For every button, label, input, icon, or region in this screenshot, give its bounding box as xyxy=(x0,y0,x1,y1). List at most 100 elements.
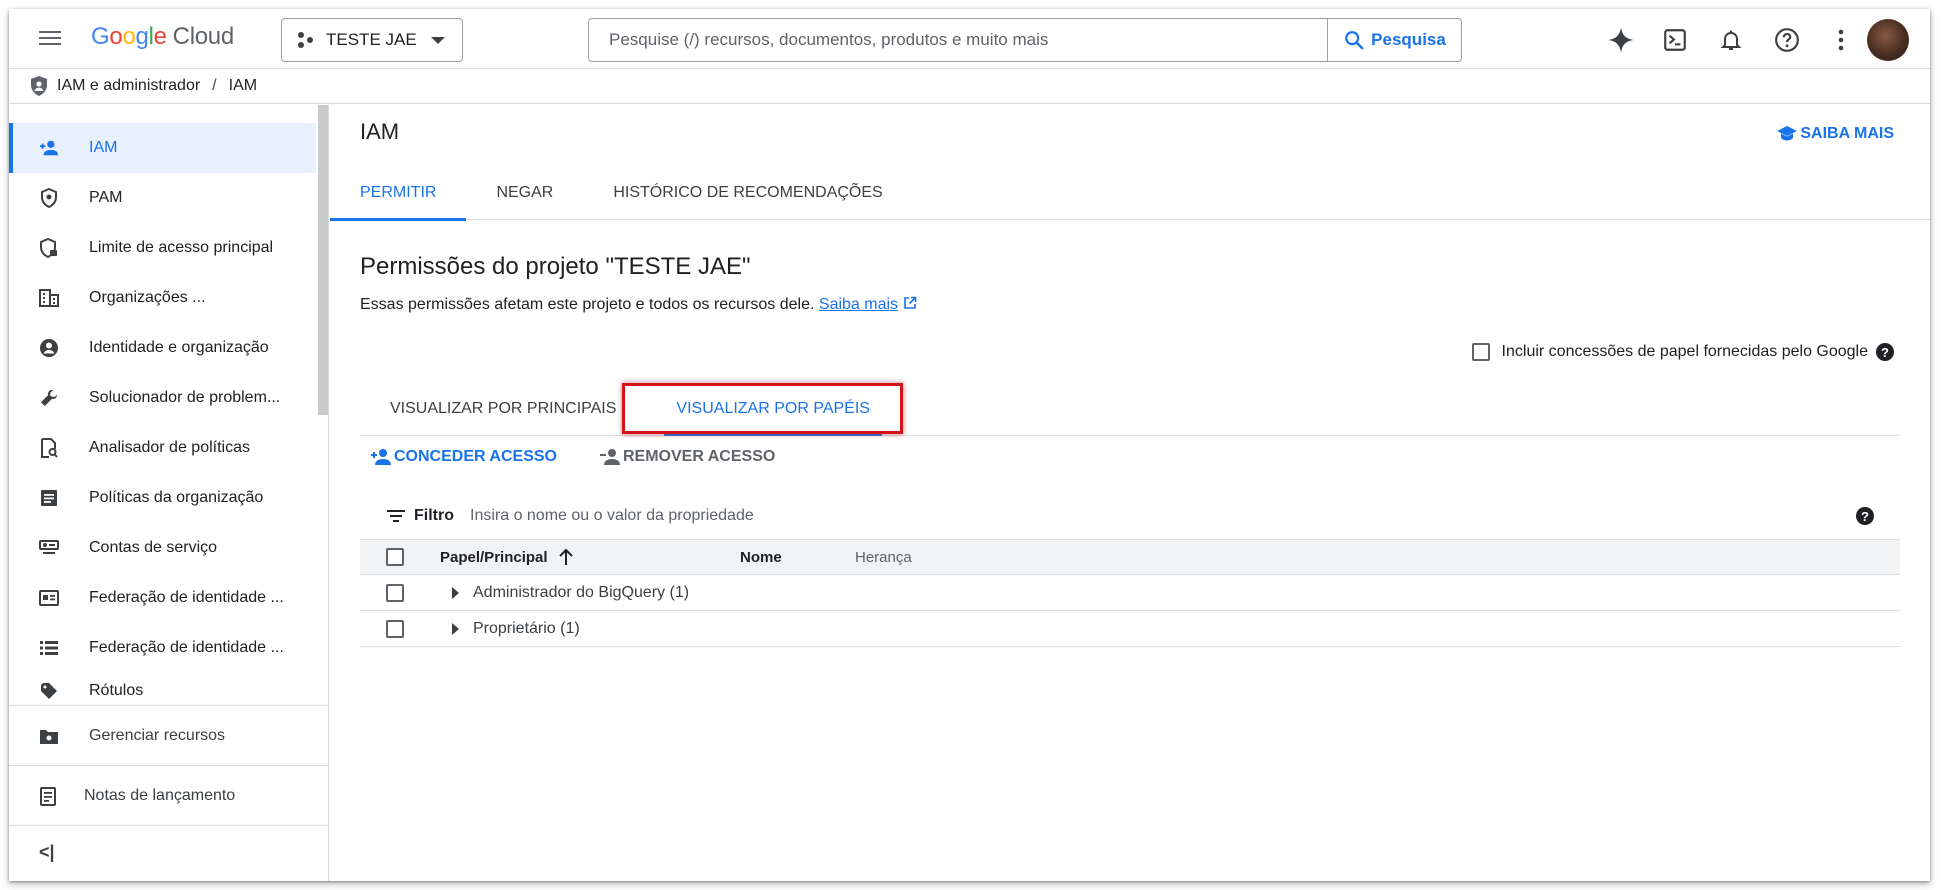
tab-view-by-principals[interactable]: VISUALIZAR POR PRINCIPAIS xyxy=(360,381,646,436)
sidebar-item-workforce-identity[interactable]: Federação de identidade ... xyxy=(9,623,328,673)
include-google-checkbox[interactable] xyxy=(1471,343,1490,361)
sidebar-item-label: Solucionador de problem... xyxy=(89,389,281,406)
sidebar-item-labels[interactable]: Rótulos xyxy=(9,673,328,709)
sidebar-item-label: Notas de lançamento xyxy=(84,787,236,804)
help-circle-icon[interactable]: ? xyxy=(1856,507,1874,525)
tab-view-by-roles[interactable]: VISUALIZAR POR PAPÉIS xyxy=(646,381,900,436)
include-google-grants: Incluir concessões de papel fornecidas p… xyxy=(1471,343,1894,361)
sidebar-item-workload-identity[interactable]: Federação de identidade ... xyxy=(9,573,328,623)
col-header-role[interactable]: Papel/Principal xyxy=(440,548,740,566)
project-picker[interactable]: TESTE JAE xyxy=(281,18,463,62)
sidebar-item-policy-analyzer[interactable]: Analisador de políticas xyxy=(9,423,328,473)
iam-shield-icon xyxy=(31,76,47,96)
notifications-icon[interactable] xyxy=(1717,26,1745,54)
policy-analyzer-icon xyxy=(39,438,59,458)
main-menu-icon[interactable] xyxy=(37,27,63,49)
sidebar-item-iam[interactable]: IAM xyxy=(9,123,316,173)
id-card-icon xyxy=(39,588,59,608)
sidebar-item-org-policies[interactable]: Políticas da organização xyxy=(9,473,328,523)
sidebar-item-label: Federação de identidade ... xyxy=(89,639,284,656)
project-name: TESTE JAE xyxy=(326,30,417,49)
sidebar-item-label: Limite de acesso principal xyxy=(89,239,274,256)
gemini-sparkle-icon[interactable] xyxy=(1607,26,1635,54)
release-notes-icon xyxy=(39,786,59,806)
person-remove-icon xyxy=(599,449,620,465)
breadcrumb-section[interactable]: IAM e administrador xyxy=(57,77,200,95)
sidebar-item-principal-access-boundary[interactable]: Limite de acesso principal xyxy=(9,223,328,273)
section-title: Permissões do projeto "TESTE JAE" xyxy=(360,253,751,280)
breadcrumb-page[interactable]: IAM xyxy=(229,77,257,95)
learn-more-button[interactable]: SAIBA MAIS xyxy=(1776,125,1894,143)
view-tabs: VISUALIZAR POR PRINCIPAIS VISUALIZAR POR… xyxy=(360,381,1900,436)
sidebar-item-label: IAM xyxy=(89,139,118,156)
sidebar-item-troubleshooter[interactable]: Solucionador de problem... xyxy=(9,373,328,423)
learn-more-link[interactable]: Saiba mais xyxy=(819,296,898,313)
filter-button[interactable]: Filtro xyxy=(386,507,454,525)
expand-row-icon[interactable] xyxy=(452,586,459,599)
more-vert-icon[interactable] xyxy=(1827,26,1855,54)
sidebar: IAM PAM Limite de acesso principal Organ… xyxy=(9,105,329,881)
wrench-icon xyxy=(39,388,59,408)
sidebar-item-label: Rótulos xyxy=(89,682,144,699)
select-all-cell xyxy=(360,548,440,566)
tab-negar[interactable]: NEGAR xyxy=(466,165,583,220)
cloud-shell-icon[interactable] xyxy=(1661,26,1689,54)
google-cloud-logo[interactable]: Google Cloud xyxy=(91,23,234,51)
project-hub-icon xyxy=(296,30,316,50)
row-checkbox[interactable] xyxy=(386,583,404,602)
sidebar-item-pam[interactable]: PAM xyxy=(9,173,328,223)
tab-historico-recomendacoes[interactable]: HISTÓRICO DE RECOMENDAÇÕES xyxy=(583,165,912,220)
search-bar: Pesquisa xyxy=(588,18,1462,62)
avatar[interactable] xyxy=(1867,19,1909,61)
table-row: Proprietário (1) xyxy=(360,611,1900,647)
select-all-checkbox[interactable] xyxy=(386,548,404,566)
sidebar-item-label: Políticas da organização xyxy=(89,489,264,506)
table-row: Administrador do BigQuery (1) xyxy=(360,575,1900,611)
folder-settings-icon xyxy=(39,726,59,746)
sidebar-scrollbar[interactable] xyxy=(318,105,328,415)
help-icon[interactable] xyxy=(1773,26,1801,54)
sort-arrow-up-icon xyxy=(558,548,573,565)
col-header-name[interactable]: Nome xyxy=(740,549,855,566)
role-name: Administrador do BigQuery (1) xyxy=(473,583,690,601)
filter-label: Filtro xyxy=(414,507,454,524)
remove-access-button[interactable]: REMOVER ACESSO xyxy=(599,448,775,466)
search-input[interactable] xyxy=(589,19,1327,61)
help-circle-icon[interactable]: ? xyxy=(1876,343,1894,361)
sidebar-item-label: Organizações ... xyxy=(89,289,206,306)
app-window: GoogleCloud TESTE JAE Pesquisa xyxy=(9,9,1930,881)
search-button[interactable]: Pesquisa xyxy=(1327,19,1461,61)
grant-access-button[interactable]: CONCEDER ACESSO xyxy=(370,448,557,466)
building-icon xyxy=(39,288,59,308)
roles-table: Papel/Principal Nome Herança Administrad… xyxy=(360,539,1900,647)
logo-google: Google xyxy=(91,23,167,50)
expand-row-icon[interactable] xyxy=(452,622,459,635)
include-google-label: Incluir concessões de papel fornecidas p… xyxy=(1501,343,1868,360)
collapse-sidebar-button[interactable]: <| xyxy=(39,842,55,863)
top-bar: GoogleCloud TESTE JAE Pesquisa xyxy=(9,9,1930,69)
filter-input[interactable] xyxy=(470,507,1370,525)
sidebar-bottom-notes: Notas de lançamento xyxy=(9,765,329,826)
service-account-icon xyxy=(39,538,59,558)
sidebar-item-label: Contas de serviço xyxy=(89,539,218,556)
sidebar-item-label: Identidade e organização xyxy=(89,339,269,356)
logo-cloud: Cloud xyxy=(172,23,235,50)
search-button-label: Pesquisa xyxy=(1371,30,1446,49)
sidebar-item-identity-organization[interactable]: Identidade e organização xyxy=(9,323,328,373)
actions-bar: CONCEDER ACESSO REMOVER ACESSO xyxy=(370,448,817,466)
tab-permitir[interactable]: PERMITIR xyxy=(330,165,467,221)
filter-list-icon xyxy=(387,510,405,522)
remove-access-label: REMOVER ACESSO xyxy=(622,448,776,465)
filter-help: ? xyxy=(1856,507,1874,526)
person-add-icon xyxy=(39,138,59,158)
row-checkbox[interactable] xyxy=(386,619,404,638)
page-title: IAM xyxy=(360,119,400,144)
sidebar-item-organizations[interactable]: Organizações ... xyxy=(9,273,328,323)
row-check-cell xyxy=(360,583,440,602)
sidebar-bottom-collapse: <| xyxy=(9,825,329,881)
table-header: Papel/Principal Nome Herança xyxy=(360,539,1900,575)
sidebar-item-manage-resources[interactable]: Gerenciar recursos xyxy=(9,706,329,766)
sidebar-item-release-notes[interactable]: Notas de lançamento xyxy=(9,766,329,826)
account-circle-icon xyxy=(39,338,59,358)
sidebar-item-service-accounts[interactable]: Contas de serviço xyxy=(9,523,328,573)
